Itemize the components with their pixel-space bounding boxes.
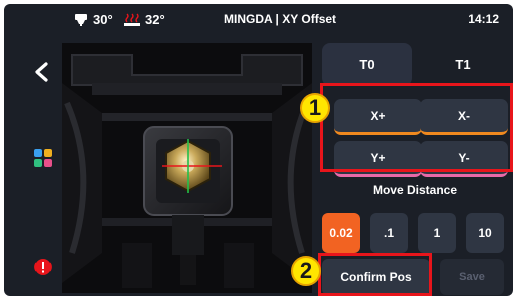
- bed-temp: 32°: [124, 12, 165, 27]
- nozzle-temp-value: 30°: [93, 12, 113, 27]
- distance-option-0-1[interactable]: .1: [370, 213, 408, 253]
- confirm-pos-button[interactable]: Confirm Pos: [322, 259, 430, 295]
- save-button[interactable]: Save: [440, 259, 504, 295]
- nozzle-temp: 30°: [74, 12, 113, 27]
- bed-temp-value: 32°: [145, 12, 165, 27]
- page-title: MINGDA | XY Offset: [224, 12, 337, 26]
- nozzle-camera-image: [62, 43, 312, 293]
- clock: 14:12: [468, 12, 499, 26]
- distance-option-1[interactable]: 1: [418, 213, 456, 253]
- distance-option-0-02[interactable]: 0.02: [322, 213, 360, 253]
- chevron-left-icon[interactable]: [30, 60, 54, 84]
- distance-option-10[interactable]: 10: [466, 213, 504, 253]
- y-minus-button[interactable]: Y-: [420, 141, 508, 177]
- x-minus-button[interactable]: X-: [420, 99, 508, 135]
- x-plus-button[interactable]: X+: [334, 99, 422, 135]
- tab-t0[interactable]: T0: [322, 43, 412, 86]
- step-badge-2: 2: [291, 256, 321, 286]
- heated-bed-icon: [124, 13, 140, 26]
- move-distance-label: Move Distance: [372, 183, 458, 197]
- step-badge-1: 1: [300, 93, 330, 123]
- jog-controls: X+ X- Y+ Y-: [322, 93, 508, 223]
- tab-t1[interactable]: T1: [418, 43, 508, 86]
- camera-view: [62, 43, 312, 293]
- apps-grid-icon[interactable]: [34, 149, 52, 167]
- nozzle-icon: [75, 13, 87, 26]
- alert-icon[interactable]: [33, 257, 53, 277]
- tool-tabs: T0 T1: [322, 43, 508, 86]
- printer-screen: 30° 32° MINGDA | XY Offset 14:12 T0 T1 X…: [4, 4, 513, 296]
- status-bar: 30° 32° MINGDA | XY Offset 14:12: [4, 4, 513, 36]
- y-plus-button[interactable]: Y+: [334, 141, 422, 177]
